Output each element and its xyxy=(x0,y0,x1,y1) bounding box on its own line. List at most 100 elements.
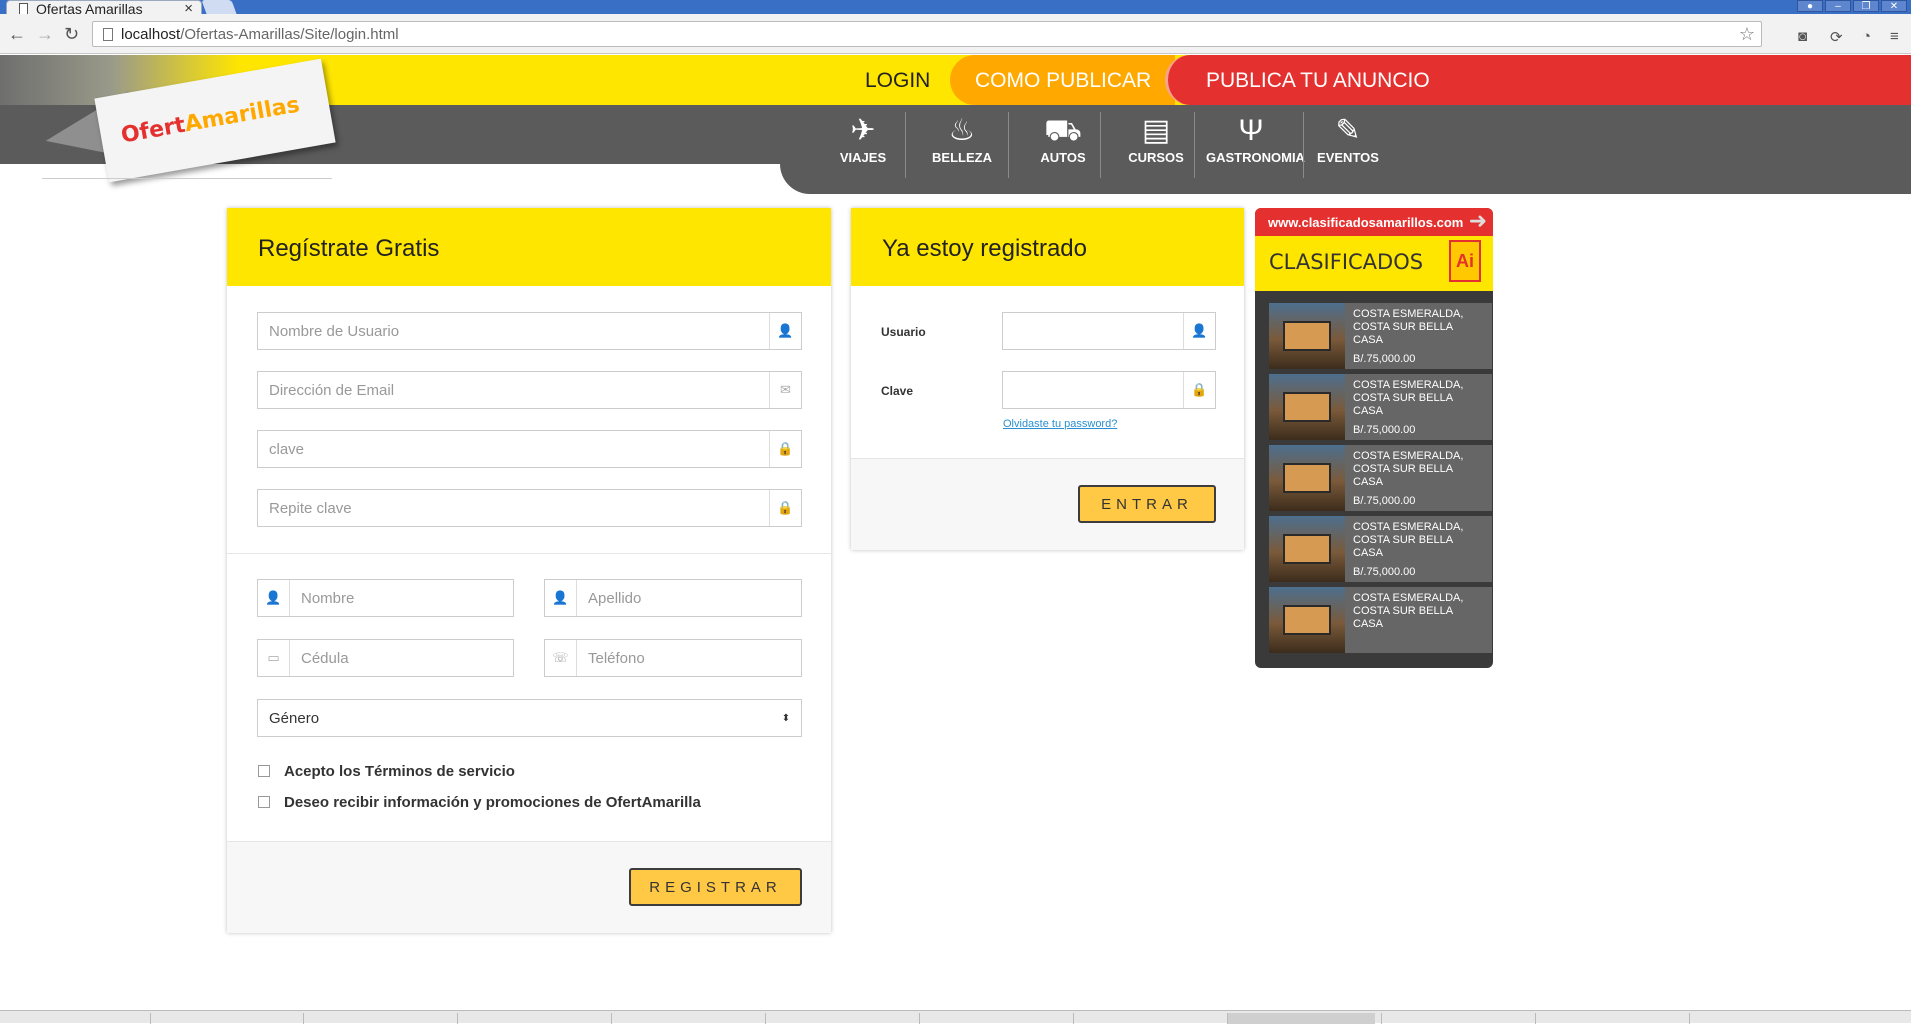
category-divider xyxy=(905,112,906,178)
category-label: VIAJES xyxy=(839,150,887,165)
close-window-icon[interactable]: ✕ xyxy=(1881,0,1907,12)
back-icon[interactable]: ← xyxy=(8,24,26,45)
ticket-icon: ✎ xyxy=(1335,114,1361,147)
repeat-password-field[interactable]: Repite clave 🔒 xyxy=(257,489,802,527)
category-label: GASTRONOMIA xyxy=(1206,150,1305,165)
house-thumbnail xyxy=(1269,587,1345,653)
ad-listing-price: B/.75,000.00 xyxy=(1353,495,1416,507)
register-panel: Regístrate Gratis Nombre de Usuario 👤 Di… xyxy=(227,208,831,933)
phone-icon: ☏ xyxy=(545,640,577,676)
ad-listing-price: B/.75,000.00 xyxy=(1353,424,1416,436)
camera-icon[interactable]: ◙ xyxy=(1798,28,1807,45)
minimize-icon[interactable]: – xyxy=(1825,0,1851,12)
taskbar-item-active[interactable] xyxy=(1227,1013,1375,1024)
house-thumbnail xyxy=(1269,516,1345,582)
category-label: CURSOS xyxy=(1128,150,1184,165)
ad-listing-text: COSTA ESMERALDA, COSTA SUR BELLA CASA xyxy=(1353,521,1464,559)
id-number-placeholder: Cédula xyxy=(301,649,349,667)
menu-como-publicar[interactable]: COMO PUBLICAR xyxy=(950,55,1175,105)
section-divider xyxy=(227,553,831,554)
restore-icon[interactable]: ❐ xyxy=(1853,0,1879,12)
ad-listing-text: COSTA ESMERALDA, COSTA SUR BELLA CASA xyxy=(1353,379,1464,417)
login-password-field[interactable]: 🔒 xyxy=(1002,371,1216,409)
email-field[interactable]: Dirección de Email ✉ xyxy=(257,371,802,409)
sync-icon[interactable]: ⟳ xyxy=(1830,28,1843,46)
category-belleza[interactable]: ♨ BELLEZA xyxy=(917,112,1007,165)
credit-card-icon: ▭ xyxy=(258,640,290,676)
ad-listing[interactable]: COSTA ESMERALDA, COSTA SUR BELLA CASA B/… xyxy=(1269,516,1492,582)
password-placeholder: clave xyxy=(269,440,305,458)
username-label: Usuario xyxy=(881,325,926,339)
menu-icon[interactable]: ≡ xyxy=(1890,28,1899,45)
password-field[interactable]: clave 🔒 xyxy=(257,430,802,468)
arrow-right-icon: ➜ xyxy=(1468,208,1487,233)
house-thumbnail xyxy=(1269,374,1345,440)
ad-listing-text: COSTA ESMERALDA, COSTA SUR BELLA CASA xyxy=(1353,308,1464,346)
login-username-field[interactable]: 👤 xyxy=(1002,312,1216,350)
ad-listing[interactable]: COSTA ESMERALDA, COSTA SUR BELLA CASA B/… xyxy=(1269,303,1492,369)
site-logo[interactable]: OfertAmarillas xyxy=(39,58,340,183)
category-divider xyxy=(1008,112,1009,178)
ad-listing[interactable]: COSTA ESMERALDA, COSTA SUR BELLA CASA xyxy=(1269,587,1492,653)
last-name-placeholder: Apellido xyxy=(588,589,642,607)
classifieds-ad[interactable]: www.clasificadosamarillos.com ➜ CLASIFIC… xyxy=(1255,208,1493,668)
taskbar-item[interactable] xyxy=(1073,1013,1221,1024)
category-viajes[interactable]: ✈ VIAJES xyxy=(818,112,908,165)
reload-icon[interactable]: ↻ xyxy=(64,24,79,45)
new-tab-button[interactable] xyxy=(201,0,237,14)
taskbar-item[interactable] xyxy=(1689,1013,1837,1024)
terms-label: Acepto los Términos de servicio xyxy=(284,763,515,780)
lock-icon: 🔒 xyxy=(1183,372,1215,408)
menu-publica-anuncio[interactable]: PUBLICA TU ANUNCIO xyxy=(1165,55,1911,105)
user-icon[interactable]: ● xyxy=(1797,0,1823,12)
last-name-field[interactable]: 👤 Apellido xyxy=(544,579,802,617)
taskbar-item[interactable] xyxy=(765,1013,913,1024)
menu-como-publicar-label: COMO PUBLICAR xyxy=(975,69,1152,92)
category-eventos[interactable]: ✎ EVENTOS xyxy=(1303,112,1393,165)
category-gastronomia[interactable]: Ψ GASTRONOMIA xyxy=(1206,112,1305,165)
select-arrows-icon: ⬍ xyxy=(781,712,791,724)
taskbar-item[interactable] xyxy=(611,1013,759,1024)
taskbar-item[interactable] xyxy=(1381,1013,1529,1024)
address-bar[interactable]: localhost/Ofertas-Amarillas/Site/login.h… xyxy=(92,21,1762,47)
category-cursos[interactable]: ▤ CURSOS xyxy=(1111,112,1201,165)
lock-icon: 🔒 xyxy=(769,431,801,467)
id-number-field[interactable]: ▭ Cédula xyxy=(257,639,514,677)
ad-listing-text: COSTA ESMERALDA, COSTA SUR BELLA CASA xyxy=(1353,450,1464,488)
promo-checkbox[interactable] xyxy=(258,796,270,808)
forward-icon[interactable]: → xyxy=(36,24,54,45)
terms-checkbox[interactable] xyxy=(258,765,270,777)
gender-select[interactable]: Género ⬍ xyxy=(257,699,802,737)
menu-publica-anuncio-label: PUBLICA TU ANUNCIO xyxy=(1206,69,1430,92)
taskbar-item[interactable] xyxy=(919,1013,1067,1024)
menu-login[interactable]: LOGIN xyxy=(865,69,930,93)
ad-listing-text: COSTA ESMERALDA, COSTA SUR BELLA CASA xyxy=(1353,592,1464,630)
login-button[interactable]: ENTRAR xyxy=(1078,485,1216,523)
login-panel: Ya estoy registrado Usuario 👤 Clave 🔒 Ol… xyxy=(851,208,1244,550)
phone-placeholder: Teléfono xyxy=(588,649,645,667)
taskbar-item[interactable] xyxy=(150,1013,298,1024)
bookmark-star-icon[interactable]: ☆ xyxy=(1739,24,1755,45)
first-name-field[interactable]: 👤 Nombre xyxy=(257,579,514,617)
ad-url-text: www.clasificadosamarillos.com xyxy=(1268,215,1464,230)
extension-icon[interactable]: ◔ xyxy=(1862,28,1871,45)
register-button[interactable]: REGISTRAR xyxy=(629,868,802,906)
taskbar-item[interactable] xyxy=(1535,1013,1683,1024)
promo-label: Deseo recibir información y promociones … xyxy=(284,794,701,811)
ad-listing[interactable]: COSTA ESMERALDA, COSTA SUR BELLA CASA B/… xyxy=(1269,445,1492,511)
login-title: Ya estoy registrado xyxy=(851,208,1244,286)
category-label: EVENTOS xyxy=(1317,150,1379,165)
gender-value: Género xyxy=(269,709,320,727)
username-field[interactable]: Nombre de Usuario 👤 xyxy=(257,312,802,350)
category-label: BELLEZA xyxy=(932,150,992,165)
category-label: AUTOS xyxy=(1040,150,1086,165)
category-autos[interactable]: ⛟ AUTOS xyxy=(1018,112,1108,165)
forgot-password-link[interactable]: Olvidaste tu password? xyxy=(1003,418,1117,430)
ad-logo-badge: Ai xyxy=(1449,240,1481,282)
username-placeholder: Nombre de Usuario xyxy=(269,322,400,340)
ad-listing[interactable]: COSTA ESMERALDA, COSTA SUR BELLA CASA B/… xyxy=(1269,374,1492,440)
taskbar-item[interactable] xyxy=(303,1013,451,1024)
phone-field[interactable]: ☏ Teléfono xyxy=(544,639,802,677)
user-icon: 👤 xyxy=(1183,313,1215,349)
taskbar-item[interactable] xyxy=(457,1013,605,1024)
